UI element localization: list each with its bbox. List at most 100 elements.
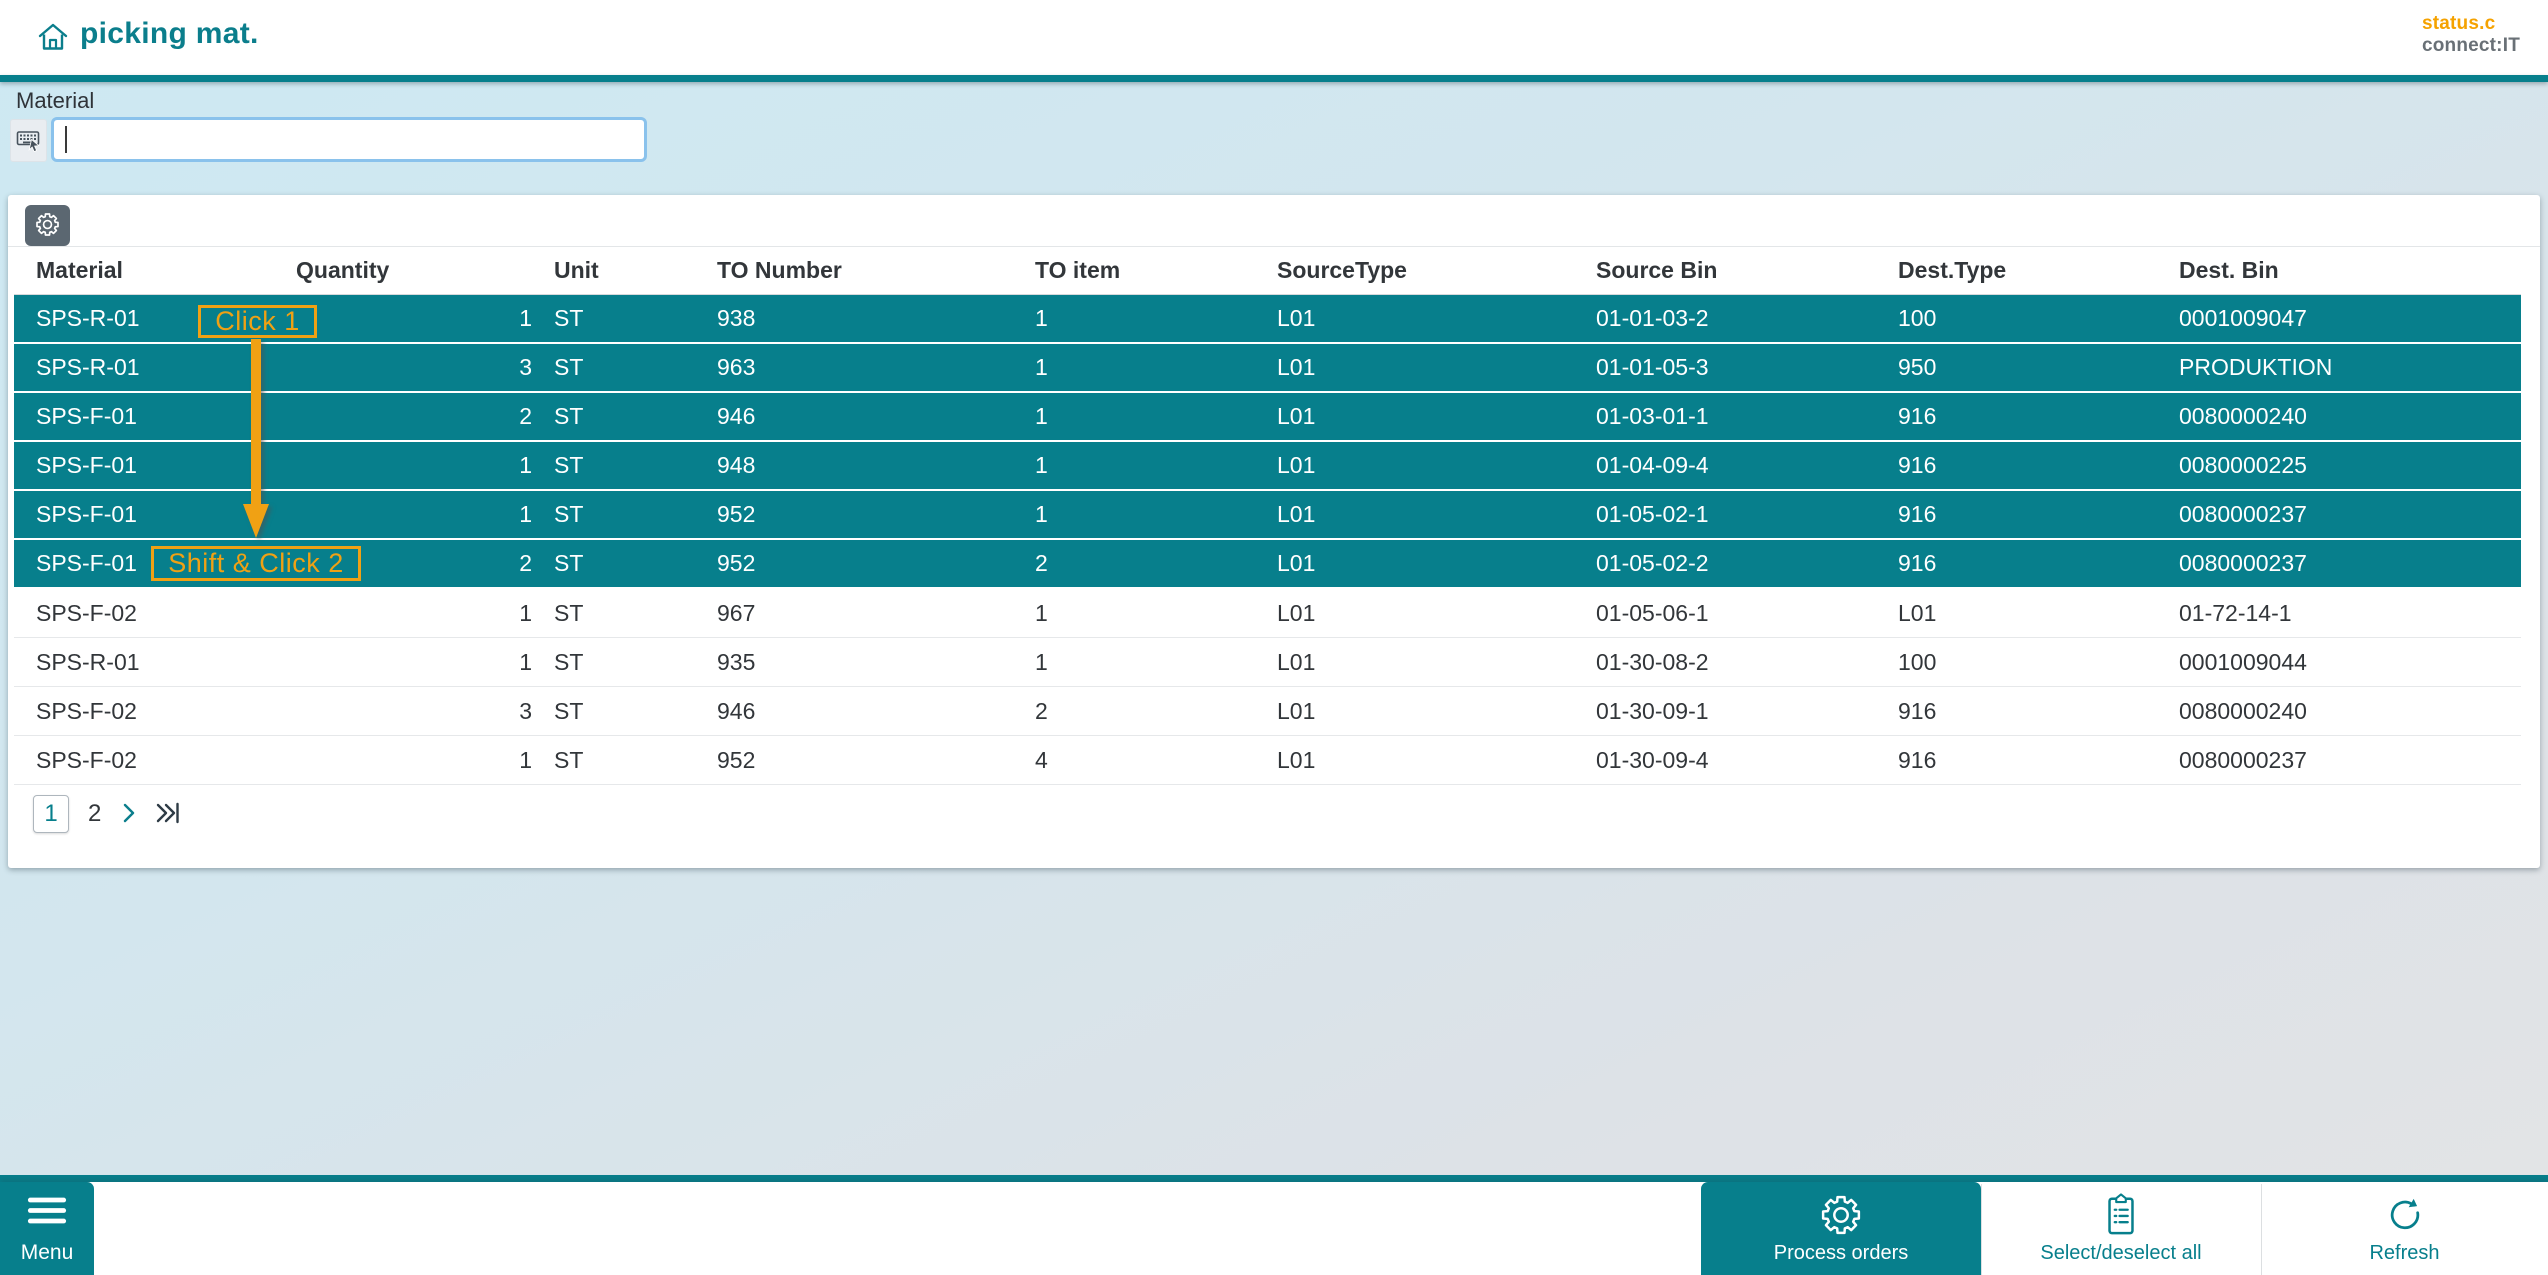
cell-to_number: 938 bbox=[717, 295, 1035, 342]
cell-source_bin: 01-01-05-3 bbox=[1596, 344, 1898, 391]
footer-button-divider bbox=[2261, 1184, 2262, 1275]
table-row[interactable]: SPS-F-021ST9524L0101-30-09-4916008000023… bbox=[14, 736, 2521, 785]
last-page-icon bbox=[155, 802, 181, 827]
chevron-right-icon bbox=[120, 802, 138, 827]
cell-unit: ST bbox=[532, 736, 717, 784]
cell-source_bin: 01-30-09-4 bbox=[1596, 736, 1898, 784]
refresh-button[interactable]: Refresh bbox=[2261, 1182, 2548, 1275]
cell-material: SPS-F-02 bbox=[14, 687, 296, 735]
cell-dest_type: 916 bbox=[1898, 540, 2179, 587]
refresh-label: Refresh bbox=[2369, 1242, 2439, 1265]
annotation-arrow-down bbox=[243, 339, 269, 538]
cell-quantity: 2 bbox=[296, 393, 532, 440]
cell-dest_bin: PRODUKTION bbox=[2179, 344, 2521, 391]
cell-source_bin: 01-05-02-2 bbox=[1596, 540, 1898, 587]
cell-unit: ST bbox=[532, 393, 717, 440]
table-settings-button[interactable] bbox=[25, 205, 70, 246]
material-filter-label: Material bbox=[16, 88, 94, 114]
menu-button-label: Menu bbox=[21, 1241, 74, 1265]
table-row[interactable]: SPS-R-011ST9381L0101-01-03-2100000100904… bbox=[14, 295, 2521, 344]
cell-source_type: L01 bbox=[1277, 638, 1596, 686]
clipboard-icon bbox=[2099, 1192, 2143, 1241]
table-toolbar bbox=[8, 195, 2540, 247]
process-orders-button[interactable]: Process orders bbox=[1701, 1182, 1981, 1275]
footer-bar: Menu Process orders Select/deselect all bbox=[0, 1182, 2548, 1275]
home-icon[interactable] bbox=[36, 20, 70, 54]
cell-to_item: 1 bbox=[1035, 638, 1277, 686]
cell-source_type: L01 bbox=[1277, 344, 1596, 391]
cell-to_number: 935 bbox=[717, 638, 1035, 686]
cell-source_type: L01 bbox=[1277, 393, 1596, 440]
cell-source_bin: 01-01-03-2 bbox=[1596, 295, 1898, 342]
material-input[interactable] bbox=[51, 117, 647, 162]
hamburger-icon bbox=[26, 1196, 68, 1229]
table-row[interactable]: SPS-R-011ST9351L0101-30-08-2100000100904… bbox=[14, 638, 2521, 687]
cell-material: SPS-F-02 bbox=[14, 589, 296, 637]
cell-unit: ST bbox=[532, 491, 717, 538]
cell-quantity: 1 bbox=[296, 736, 532, 784]
table-row[interactable]: SPS-F-012ST9522L0101-05-02-2916008000023… bbox=[14, 540, 2521, 589]
table-row[interactable]: SPS-R-013ST9631L0101-01-05-3950PRODUKTIO… bbox=[14, 344, 2521, 393]
cell-dest_bin: 0080000240 bbox=[2179, 687, 2521, 735]
column-header-source_type[interactable]: SourceType bbox=[1277, 247, 1596, 294]
cell-source_type: L01 bbox=[1277, 589, 1596, 637]
gear-icon bbox=[1818, 1192, 1864, 1241]
cell-to_number: 952 bbox=[717, 540, 1035, 587]
cell-source_type: L01 bbox=[1277, 442, 1596, 489]
cell-dest_bin: 0001009047 bbox=[2179, 295, 2521, 342]
table-row[interactable]: SPS-F-021ST9671L0101-05-06-1L0101-72-14-… bbox=[14, 589, 2521, 638]
column-header-dest_type[interactable]: Dest.Type bbox=[1898, 247, 2179, 294]
last-page-button[interactable] bbox=[155, 802, 181, 827]
cell-to_item: 1 bbox=[1035, 393, 1277, 440]
cell-source_type: L01 bbox=[1277, 687, 1596, 735]
footer-button-divider bbox=[1981, 1184, 1982, 1275]
cell-unit: ST bbox=[532, 687, 717, 735]
cell-source_bin: 01-30-09-1 bbox=[1596, 687, 1898, 735]
keyboard-button[interactable] bbox=[10, 119, 47, 162]
table-header-row: MaterialQuantityUnitTO NumberTO itemSour… bbox=[14, 247, 2521, 295]
cell-quantity: 3 bbox=[296, 344, 532, 391]
column-header-material[interactable]: Material bbox=[14, 247, 296, 294]
cell-dest_type: 100 bbox=[1898, 638, 2179, 686]
cell-dest_type: 950 bbox=[1898, 344, 2179, 391]
cell-dest_bin: 0001009044 bbox=[2179, 638, 2521, 686]
cell-quantity: 1 bbox=[296, 491, 532, 538]
table-row[interactable]: SPS-F-023ST9462L0101-30-09-1916008000024… bbox=[14, 687, 2521, 736]
column-header-to_number[interactable]: TO Number bbox=[717, 247, 1035, 294]
cell-dest_bin: 01-72-14-1 bbox=[2179, 589, 2521, 637]
column-header-source_bin[interactable]: Source Bin bbox=[1596, 247, 1898, 294]
app-header: picking mat. status.c connect:IT bbox=[0, 0, 2548, 75]
cell-unit: ST bbox=[532, 295, 717, 342]
pagination: 1 2 bbox=[33, 795, 181, 833]
page-2-button[interactable]: 2 bbox=[86, 800, 103, 828]
table-row[interactable]: SPS-F-012ST9461L0101-03-01-1916008000024… bbox=[14, 393, 2521, 442]
cell-quantity: 1 bbox=[296, 442, 532, 489]
brand-logo: status.c connect:IT bbox=[2422, 13, 2520, 57]
table-row[interactable]: SPS-F-011ST9521L0101-05-02-1916008000023… bbox=[14, 491, 2521, 540]
column-header-quantity[interactable]: Quantity bbox=[296, 247, 532, 294]
cell-material: SPS-R-01 bbox=[14, 638, 296, 686]
cell-to_number: 946 bbox=[717, 687, 1035, 735]
cell-to_item: 1 bbox=[1035, 295, 1277, 342]
cell-quantity: 1 bbox=[296, 295, 532, 342]
cell-quantity: 3 bbox=[296, 687, 532, 735]
footer-divider bbox=[0, 1175, 2548, 1182]
page-title: picking mat. bbox=[80, 17, 259, 51]
keyboard-icon bbox=[16, 126, 42, 155]
cell-quantity: 1 bbox=[296, 589, 532, 637]
column-header-unit[interactable]: Unit bbox=[532, 247, 717, 294]
column-header-to_item[interactable]: TO item bbox=[1035, 247, 1277, 294]
select-deselect-all-button[interactable]: Select/deselect all bbox=[1981, 1182, 2261, 1275]
page-1-button[interactable]: 1 bbox=[33, 795, 69, 833]
table-row[interactable]: SPS-F-011ST9481L0101-04-09-4916008000022… bbox=[14, 442, 2521, 491]
next-page-button[interactable] bbox=[120, 802, 138, 827]
column-header-dest_bin[interactable]: Dest. Bin bbox=[2179, 247, 2521, 294]
cell-dest_type: 916 bbox=[1898, 687, 2179, 735]
table-body: SPS-R-011ST9381L0101-01-03-2100000100904… bbox=[14, 295, 2521, 785]
header-divider bbox=[0, 75, 2548, 82]
cell-dest_type: 916 bbox=[1898, 736, 2179, 784]
menu-button[interactable]: Menu bbox=[0, 1182, 94, 1275]
cell-to_item: 1 bbox=[1035, 491, 1277, 538]
cell-to_number: 963 bbox=[717, 344, 1035, 391]
cell-to_number: 967 bbox=[717, 589, 1035, 637]
